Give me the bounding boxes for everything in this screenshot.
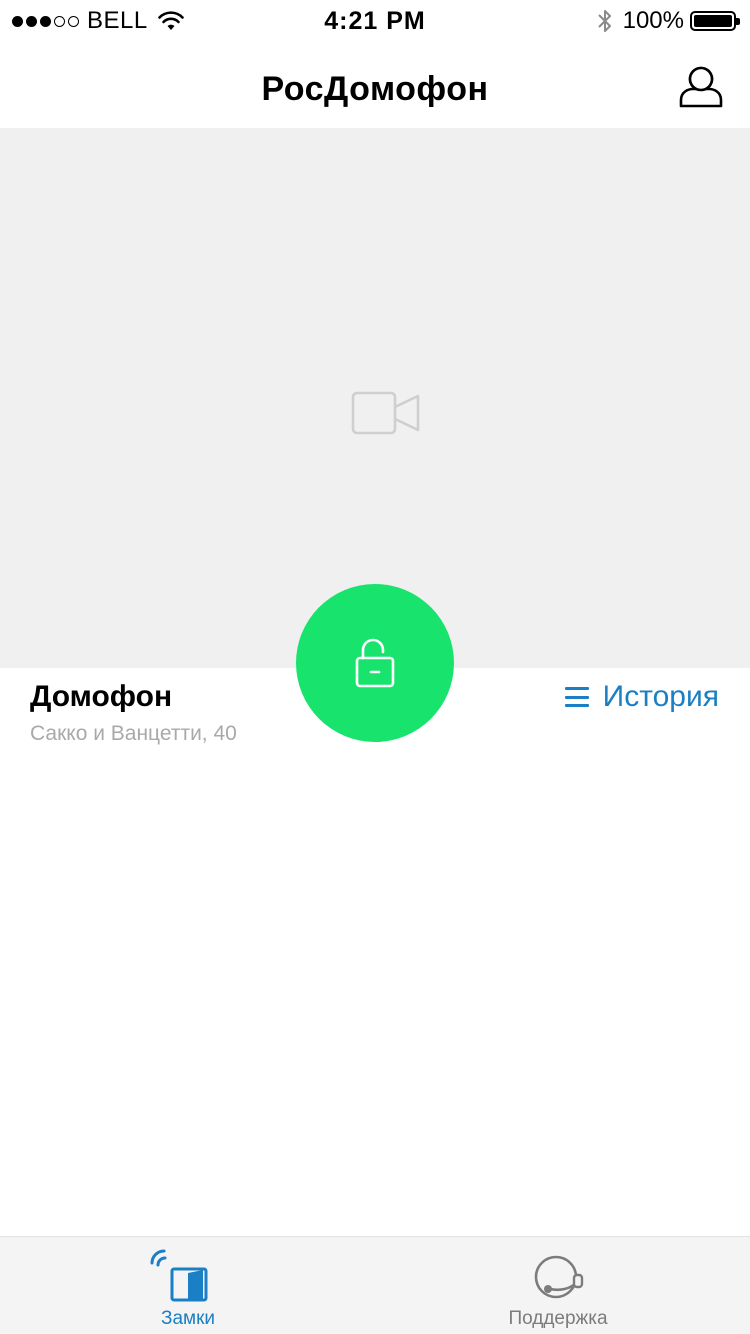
status-bar: BELL 4:21 PM 100% bbox=[0, 0, 750, 40]
tab-support[interactable]: Поддержка bbox=[375, 1237, 750, 1334]
battery-tip bbox=[736, 18, 740, 25]
battery-icon bbox=[690, 11, 740, 31]
menu-list-icon bbox=[564, 687, 589, 707]
bluetooth-icon bbox=[597, 10, 611, 32]
intercom-address: Сакко и Ванцетти, 40 bbox=[30, 722, 237, 745]
battery-percentage: 100% bbox=[622, 7, 684, 34]
tab-locks[interactable]: Замки bbox=[0, 1237, 375, 1334]
door-lock-icon bbox=[150, 1249, 208, 1302]
status-right: 100% bbox=[597, 7, 740, 34]
history-button[interactable]: История bbox=[564, 680, 719, 714]
unlock-button[interactable] bbox=[296, 584, 454, 742]
tab-support-label: Поддержка bbox=[508, 1308, 608, 1329]
intercom-title: Домофон bbox=[30, 680, 173, 713]
headset-icon bbox=[534, 1255, 584, 1299]
app-title: РосДомофон bbox=[261, 70, 489, 108]
video-camera-icon bbox=[351, 391, 420, 435]
battery-fill bbox=[694, 15, 732, 27]
tab-bar: Замки Поддержка bbox=[0, 1236, 750, 1334]
tab-locks-label: Замки bbox=[160, 1308, 216, 1329]
nav-bar: РосДомофон bbox=[0, 40, 750, 128]
user-icon[interactable] bbox=[678, 64, 724, 110]
unlocked-padlock-icon bbox=[355, 638, 395, 688]
history-label: История bbox=[602, 680, 719, 713]
